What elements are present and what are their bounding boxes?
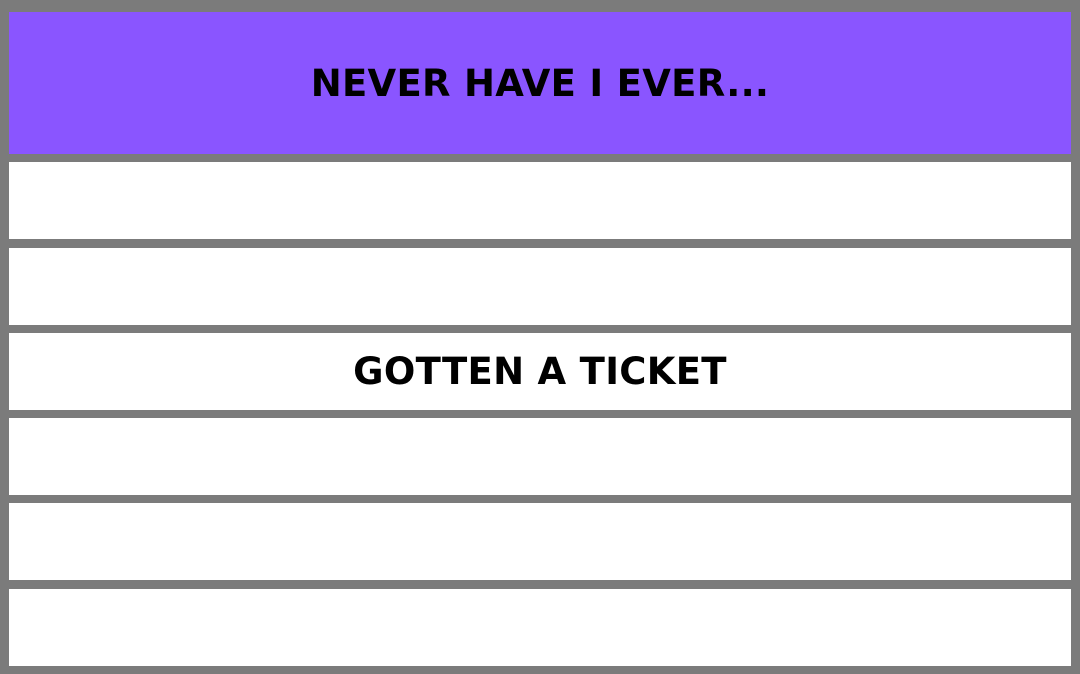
table-row <box>9 248 1071 325</box>
never-have-i-ever-card: NEVER HAVE I EVER... GOTTEN A TICKET <box>0 0 1080 674</box>
table-row <box>9 418 1071 495</box>
header-title: NEVER HAVE I EVER... <box>310 61 770 105</box>
table-row <box>9 162 1071 239</box>
table-row: GOTTEN A TICKET <box>9 333 1071 410</box>
row-text: GOTTEN A TICKET <box>353 350 727 393</box>
table-row <box>9 589 1071 666</box>
header-banner: NEVER HAVE I EVER... <box>9 12 1071 154</box>
table-row <box>9 503 1071 580</box>
